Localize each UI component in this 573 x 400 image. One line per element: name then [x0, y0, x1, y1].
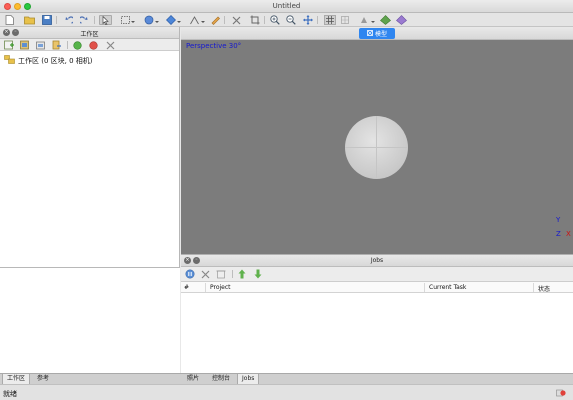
solid-icon[interactable] — [380, 15, 391, 25]
tab-console[interactable]: 控制台 — [208, 374, 234, 384]
crop-icon[interactable] — [250, 15, 260, 25]
column-header-number[interactable]: # — [184, 284, 189, 291]
tab-model[interactable]: 模型 — [359, 28, 395, 39]
eraser-icon[interactable] — [210, 15, 220, 25]
column-header-status[interactable]: 状态 — [538, 284, 550, 293]
move-down-icon[interactable] — [254, 269, 262, 279]
move-icon[interactable] — [303, 15, 313, 25]
tiles-icon[interactable] — [341, 15, 349, 25]
status-bar: 就绪 — [0, 384, 573, 400]
main-toolbar — [0, 13, 573, 27]
add-folder-icon[interactable] — [36, 40, 46, 50]
trackball-sphere[interactable] — [345, 116, 408, 179]
view-mode-icon[interactable] — [360, 15, 375, 25]
tab-workspace[interactable]: 工作区 — [2, 374, 31, 384]
model-viewport[interactable]: Perspective 30° Y Z X — [181, 40, 573, 254]
cancel-icon[interactable] — [201, 269, 210, 279]
pointer-icon[interactable] — [99, 15, 112, 25]
undo-icon[interactable] — [64, 15, 73, 25]
sphere-meridian — [376, 116, 377, 179]
axis-z-label: Z — [556, 230, 561, 238]
tab-photos[interactable]: 照片 — [183, 374, 203, 384]
workspace-header: × ◦ 工作区 — [0, 27, 179, 39]
workspace-title: 工作区 — [80, 31, 99, 38]
left-bottom-tabs: 工作区 参考 — [0, 373, 181, 384]
ruler-icon[interactable] — [190, 15, 205, 25]
move-up-icon[interactable] — [238, 269, 246, 279]
texture-icon[interactable] — [396, 15, 407, 25]
jobs-toolbar — [181, 267, 573, 282]
delete-job-icon[interactable] — [216, 269, 226, 279]
jobs-table-header: # Project Current Task 状态 — [181, 282, 573, 293]
column-header-project[interactable]: Project — [210, 284, 231, 291]
enable-icon[interactable] — [73, 40, 82, 50]
grid-icon[interactable] — [324, 15, 336, 25]
workspace-toolbar — [0, 39, 179, 51]
pause-icon[interactable] — [185, 269, 195, 279]
window-title: Untitled — [272, 2, 301, 10]
disable-icon[interactable] — [89, 40, 98, 50]
delete-icon[interactable] — [232, 15, 241, 25]
column-header-current-task[interactable]: Current Task — [429, 284, 466, 291]
import-icon[interactable] — [52, 40, 62, 50]
perspective-label: Perspective 30° — [186, 42, 242, 50]
axis-x-label: X — [566, 230, 571, 238]
reference-panel — [0, 267, 180, 373]
model-tab-label: 模型 — [374, 31, 387, 38]
title-bar: Untitled — [0, 0, 573, 13]
tree-item-workspace[interactable]: 工作区 (0 区块, 0 相机) — [4, 55, 93, 66]
region-icon[interactable] — [166, 15, 181, 25]
network-status-icon[interactable] — [556, 389, 566, 397]
model-tab-icon — [367, 29, 373, 38]
rect-select-icon[interactable] — [121, 15, 135, 25]
model-view-header: 模型 — [181, 27, 573, 40]
save-icon[interactable] — [42, 15, 52, 25]
redo-icon[interactable] — [80, 15, 89, 25]
workspace-pane: × ◦ 工作区 工作区 (0 区块, 0 相机) — [0, 27, 180, 373]
tab-reference[interactable]: 参考 — [33, 374, 53, 384]
axis-y-label: Y — [556, 216, 561, 224]
workspace-tree-label: 工作区 (0 区块, 0 相机) — [18, 56, 93, 65]
new-file-icon[interactable] — [5, 15, 14, 25]
zoom-out-icon[interactable] — [286, 15, 296, 25]
open-folder-icon[interactable] — [24, 15, 35, 25]
tab-jobs[interactable]: Jobs — [237, 374, 260, 384]
add-photos-icon[interactable] — [20, 40, 30, 50]
status-text: 就绪 — [3, 390, 17, 398]
add-chunk-icon[interactable] — [4, 40, 14, 50]
workspace-tree-icon — [4, 55, 15, 66]
navigation-icon[interactable] — [144, 15, 159, 25]
jobs-title: Jobs — [370, 257, 384, 264]
zoom-in-icon[interactable] — [270, 15, 280, 25]
jobs-header: × ◦ Jobs — [181, 255, 573, 267]
jobs-pane: × ◦ Jobs # Project Current Task 状态 — [181, 254, 573, 373]
remove-icon[interactable] — [106, 40, 115, 50]
right-bottom-tabs: 照片 控制台 Jobs — [181, 373, 573, 384]
